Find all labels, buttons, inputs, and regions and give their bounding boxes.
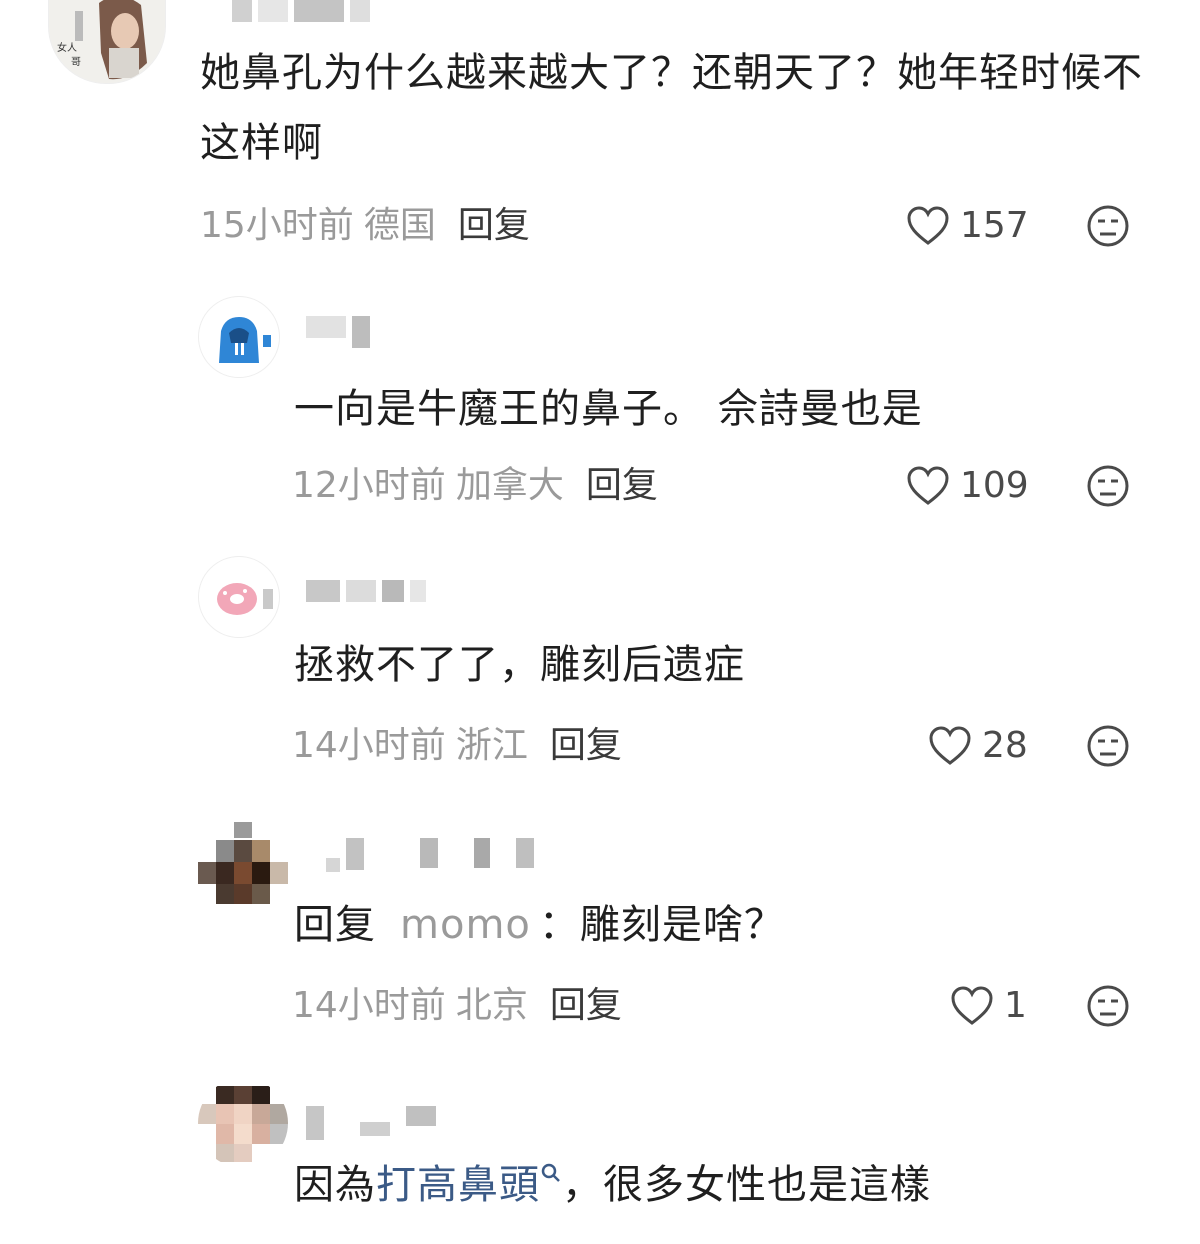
like-count: 109 xyxy=(960,465,1029,506)
username-redacted[interactable] xyxy=(326,838,540,872)
reply-button[interactable]: 回复 xyxy=(550,725,622,766)
reply-button[interactable]: 回复 xyxy=(586,465,658,506)
comment-time: 14小时前 xyxy=(292,725,446,766)
comment-time: 15小时前 xyxy=(200,205,354,246)
svg-text:女人: 女人 xyxy=(57,41,77,54)
like-button[interactable]: 1 xyxy=(950,984,1027,1028)
dislike-face-icon[interactable] xyxy=(1086,464,1130,508)
comment-text: 拯救不了了，雕刻后遗症 xyxy=(294,642,745,688)
comment-time: 12小时前 xyxy=(292,465,446,506)
comment-time: 14小时前 xyxy=(292,985,446,1026)
reply-prefix: 回复 xyxy=(294,902,376,948)
reply-button[interactable]: 回复 xyxy=(458,205,530,246)
comment-text-part: ，很多女性也是這樣 xyxy=(562,1162,931,1208)
comment-text-part: 因為 xyxy=(294,1162,376,1208)
like-button[interactable]: 28 xyxy=(928,724,1028,768)
comment-location: 浙江 xyxy=(455,725,528,766)
comment-text: 回复 momo ：雕刻是啥？ xyxy=(294,890,785,960)
comment-meta: 12小时前 加拿大 回复 xyxy=(292,464,658,508)
reply-to-username[interactable]: momo xyxy=(400,902,531,948)
like-count: 157 xyxy=(960,205,1029,246)
comment-text: 一向是牛魔王的鼻子。 佘詩曼也是 xyxy=(294,386,923,432)
heart-icon xyxy=(907,466,949,505)
username-redacted[interactable] xyxy=(306,316,376,348)
reply-button[interactable]: 回复 xyxy=(550,985,622,1026)
like-count: 1 xyxy=(1004,985,1027,1026)
comment-location: 北京 xyxy=(455,985,528,1026)
heart-icon xyxy=(907,206,949,245)
avatar[interactable] xyxy=(198,296,280,378)
dislike-face-icon[interactable] xyxy=(1086,204,1130,248)
reply-text: ：雕刻是啥？ xyxy=(538,902,785,948)
comment-location: 加拿大 xyxy=(455,465,564,506)
search-keyword-link[interactable]: 打高鼻頭 xyxy=(376,1162,540,1208)
comment-item: 女人 哥 她鼻孔为什么越来越大了？还朝天了？她年轻时候不这样啊 15小时前 德国回… xyxy=(0,0,1200,270)
search-icon[interactable] xyxy=(540,1162,562,1184)
comment-item: 因為打高鼻頭 ，很多女性也是這樣 xyxy=(0,1070,1200,1244)
comment-text: 因為打高鼻頭 ，很多女性也是這樣 xyxy=(294,1150,931,1220)
dislike-face-icon[interactable] xyxy=(1086,984,1130,1028)
username-redacted[interactable] xyxy=(306,580,432,606)
comment-item: 一向是牛魔王的鼻子。 佘詩曼也是 12小时前 加拿大 回复 109 xyxy=(0,290,1200,530)
avatar[interactable] xyxy=(198,556,280,638)
heart-icon xyxy=(929,726,971,765)
comment-meta: 15小时前 德国 回复 xyxy=(200,204,530,248)
username-redacted[interactable] xyxy=(306,1106,442,1140)
comment-text: 她鼻孔为什么越来越大了？还朝天了？她年轻时候不这样啊 xyxy=(200,50,1143,166)
comment-item: 拯救不了了，雕刻后遗症 14小时前 浙江 回复 28 xyxy=(0,550,1200,790)
like-button[interactable]: 109 xyxy=(906,464,1029,508)
avatar[interactable] xyxy=(198,818,288,912)
like-button[interactable]: 157 xyxy=(906,204,1029,248)
avatar[interactable]: 女人 哥 xyxy=(48,0,166,84)
svg-text:哥: 哥 xyxy=(71,56,81,68)
username-redacted[interactable] xyxy=(232,0,376,26)
comment-meta: 14小时前 浙江 回复 xyxy=(292,724,622,768)
comment-item: 回复 momo ：雕刻是啥？ 14小时前 北京 回复 1 xyxy=(0,810,1200,1050)
avatar[interactable] xyxy=(198,1078,288,1168)
dislike-face-icon[interactable] xyxy=(1086,724,1130,768)
heart-icon xyxy=(951,986,993,1025)
like-count: 28 xyxy=(982,725,1028,766)
comment-location: 德国 xyxy=(363,205,436,246)
comment-meta: 14小时前 北京 回复 xyxy=(292,984,622,1028)
